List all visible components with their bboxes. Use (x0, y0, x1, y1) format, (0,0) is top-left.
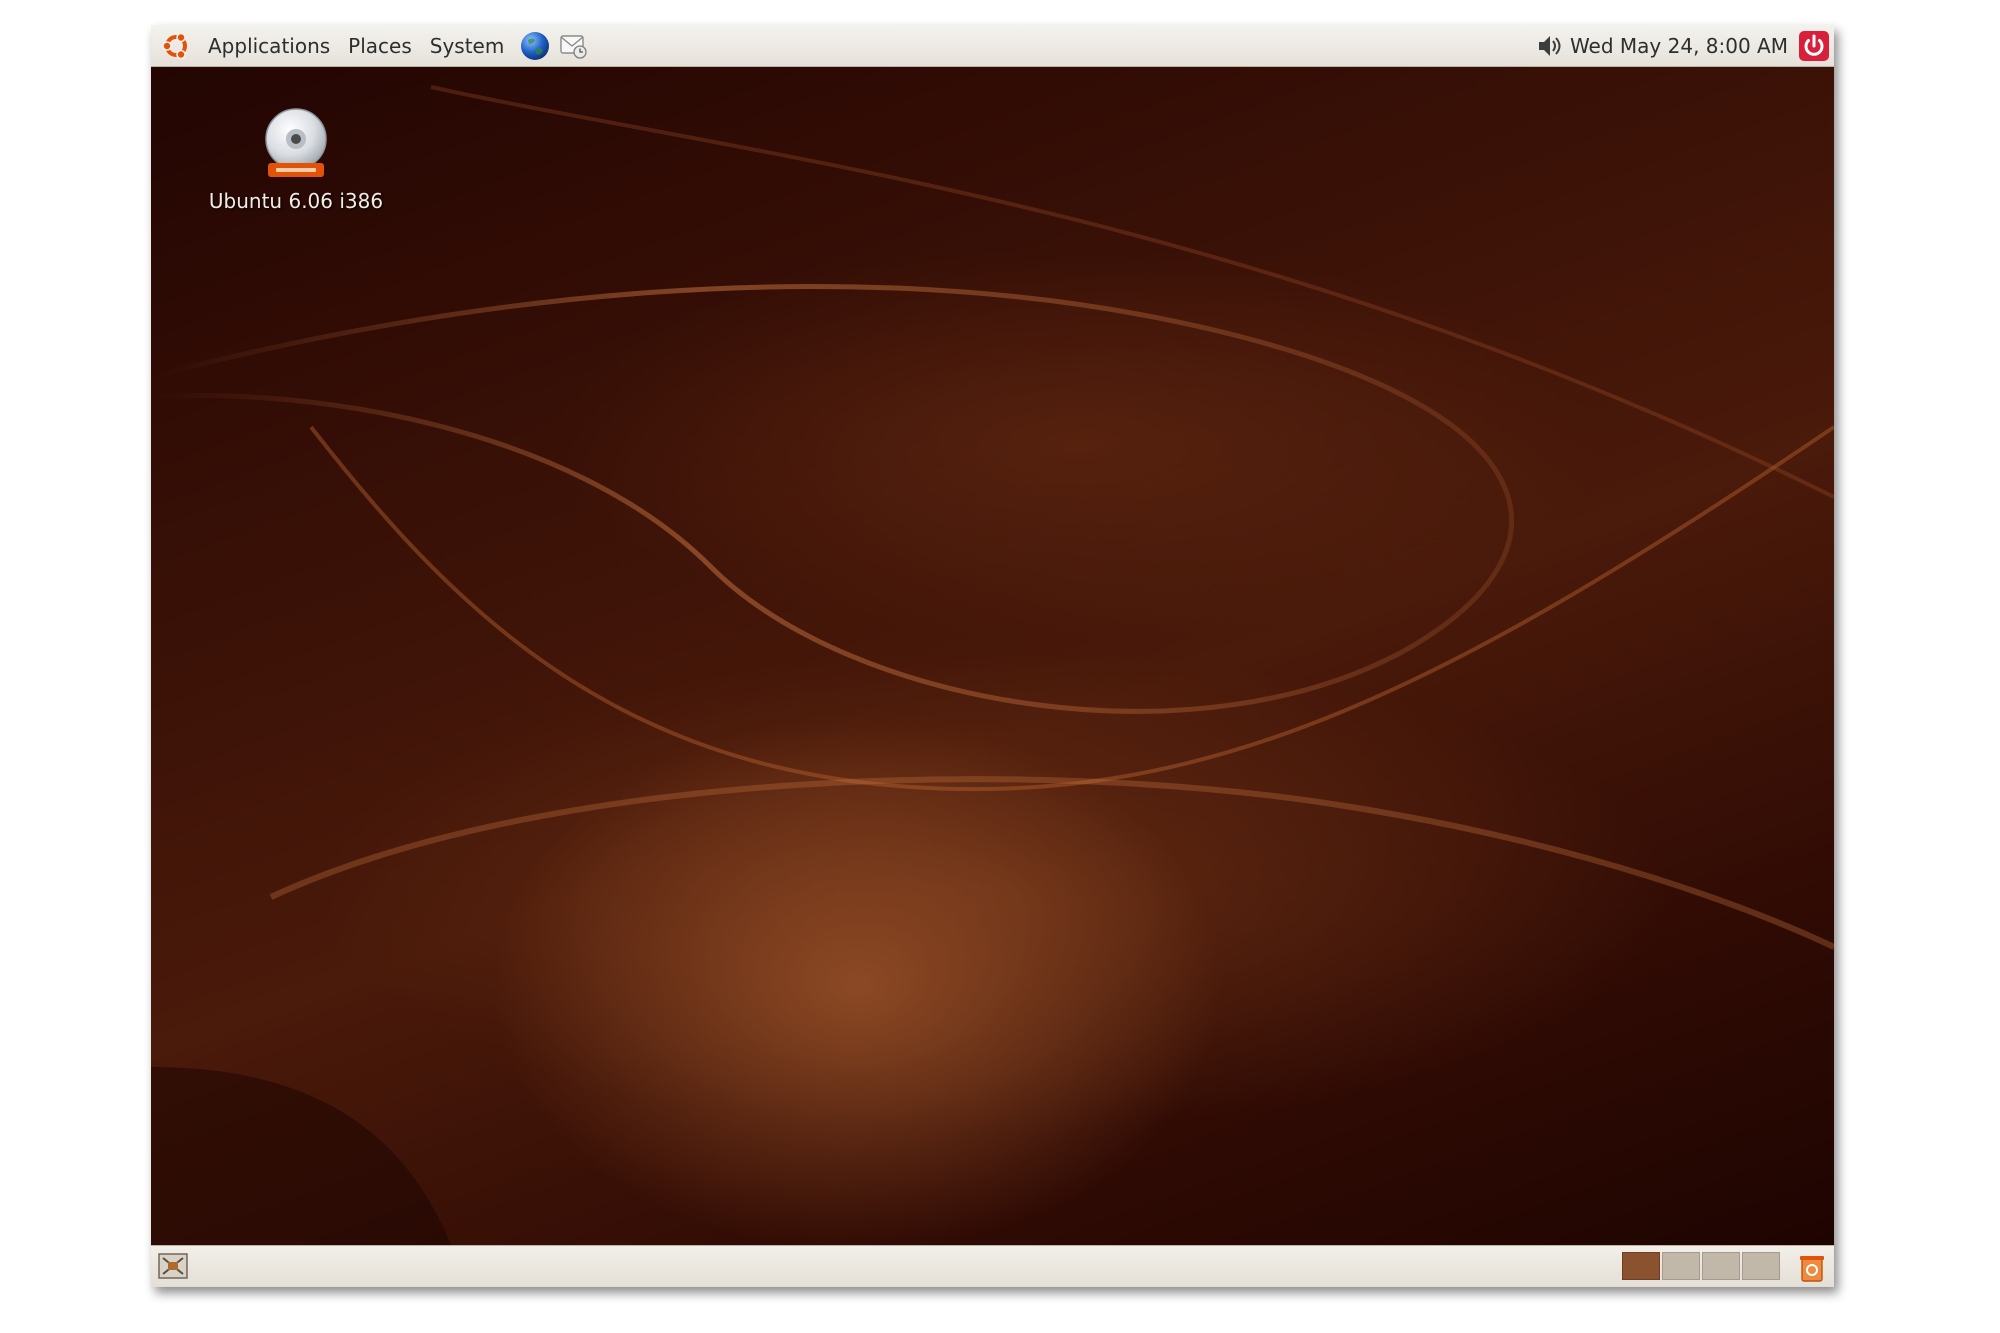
ubuntu-logo-icon[interactable] (161, 31, 191, 61)
globe-icon[interactable] (519, 30, 551, 62)
dvd-icon (265, 108, 327, 177)
menu-places[interactable]: Places (339, 25, 421, 67)
desktop-icon-label: Ubuntu 6.06 i386 (208, 189, 384, 213)
workspace-3[interactable] (1702, 1252, 1740, 1280)
trash-icon[interactable] (1796, 1251, 1828, 1283)
workspace-4[interactable] (1742, 1252, 1780, 1280)
bottom-panel (151, 1245, 1834, 1287)
volume-icon[interactable] (1536, 33, 1564, 59)
wallpaper-waves (151, 85, 1834, 1245)
menu-applications[interactable]: Applications (199, 25, 339, 67)
logout-icon[interactable] (1798, 30, 1830, 62)
workspace-switcher (1620, 1252, 1780, 1280)
show-desktop-icon[interactable] (157, 1251, 189, 1281)
desktop-screen: Applications Places System Wed May 24, 8… (151, 25, 1834, 1287)
workspace-2[interactable] (1662, 1252, 1700, 1280)
desktop-icon-dvd[interactable]: Ubuntu 6.06 i386 (191, 105, 401, 213)
menu-system[interactable]: System (421, 25, 514, 67)
workspace-1[interactable] (1622, 1252, 1660, 1280)
panel-clock[interactable]: Wed May 24, 8:00 AM (1570, 34, 1788, 58)
top-panel: Applications Places System Wed May 24, 8… (151, 25, 1834, 67)
desktop-background: Ubuntu 6.06 i386 (151, 67, 1834, 1245)
email-icon[interactable] (557, 30, 589, 62)
